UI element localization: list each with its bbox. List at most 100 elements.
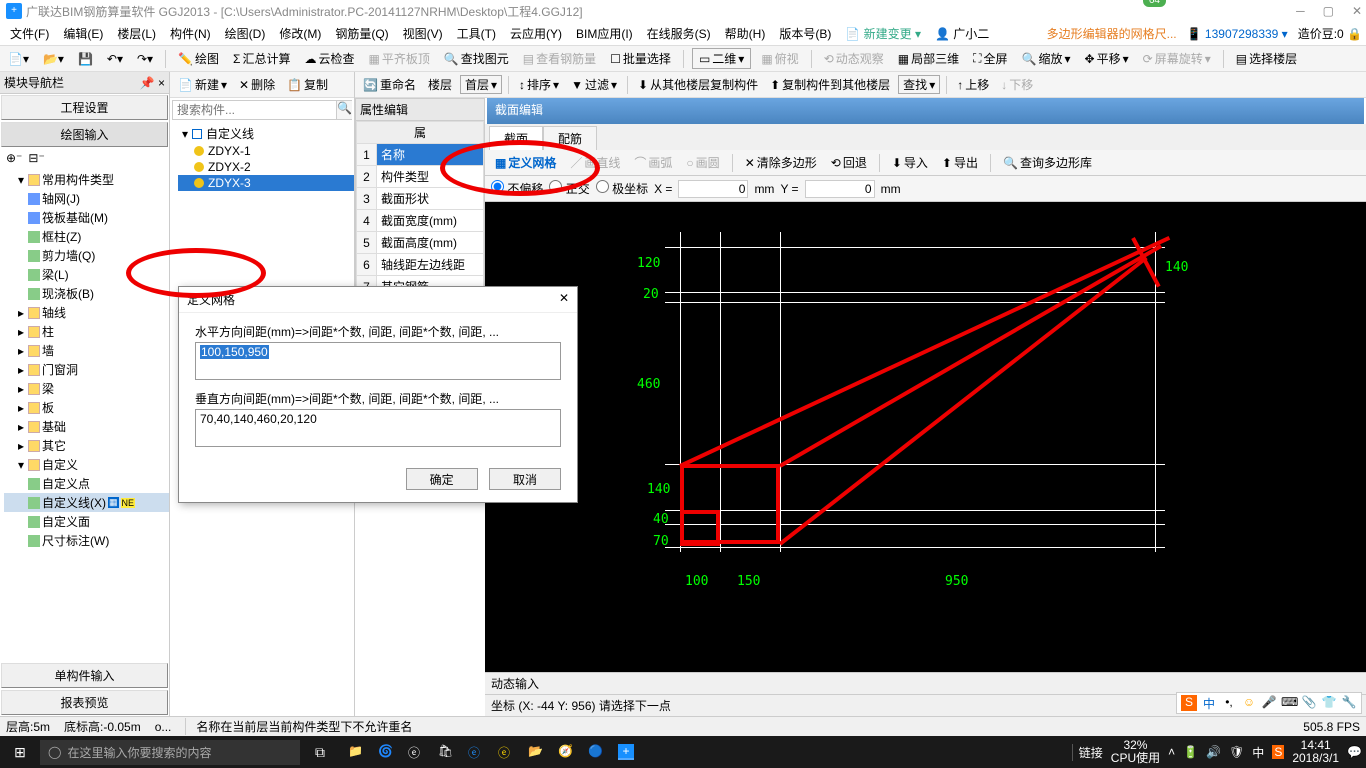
copy-button[interactable]: 📋 复制 [283, 75, 332, 94]
tray-notif-icon[interactable]: 💬 [1347, 745, 1362, 759]
tray-link[interactable]: 链接 [1072, 744, 1103, 761]
search-icon[interactable]: 🔍 [336, 101, 352, 119]
menu-component[interactable]: 构件(N) [164, 23, 217, 44]
y-input[interactable] [805, 180, 875, 198]
tree-node-common[interactable]: ▾常用构件类型 [4, 170, 169, 189]
sum-button[interactable]: Σ 汇总计算 [229, 49, 294, 68]
tree-item[interactable]: 自定义面 [4, 512, 169, 531]
menu-help[interactable]: 帮助(H) [719, 23, 772, 44]
tree-node[interactable]: ▸门窗洞 [4, 360, 169, 379]
pan-button[interactable]: ✥ 平移 ▾ [1081, 49, 1133, 68]
tree-node[interactable]: ▸轴线 [4, 303, 169, 322]
pin-icon[interactable]: 📌 × [140, 76, 165, 90]
tree-item[interactable]: 筏板基础(M) [4, 208, 169, 227]
back-button[interactable]: ⟲ 回退 [827, 153, 871, 172]
taskview-icon[interactable]: ⧉ [304, 744, 336, 761]
tab-rebar[interactable]: 配筋 [543, 126, 597, 150]
phone-badge[interactable]: 📱 13907298339 ▾ [1187, 27, 1288, 41]
tree-item[interactable]: 轴网(J) [4, 189, 169, 208]
menu-file[interactable]: 文件(F) [4, 23, 55, 44]
draw-button[interactable]: ✏️ 绘图 [174, 49, 223, 68]
obj-item[interactable]: ZDYX-2 [178, 159, 354, 175]
menu-draw[interactable]: 绘图(D) [219, 23, 272, 44]
noshift-radio[interactable]: 不偏移 [491, 180, 543, 197]
delete-button[interactable]: ✕ 删除 [235, 75, 279, 94]
undo-icon[interactable]: ↶▾ [103, 51, 127, 67]
floor-select[interactable]: 楼层 [424, 75, 456, 94]
start-button[interactable]: ⊞ [4, 744, 36, 761]
tree-node[interactable]: ▸墙 [4, 341, 169, 360]
local-3d-button[interactable]: ▦ 局部三维 [894, 49, 963, 68]
ime-user-icon[interactable]: 👕 [1321, 695, 1337, 711]
tree-node[interactable]: ▸柱 [4, 322, 169, 341]
copy-to-button[interactable]: ⬆ 复制构件到其他楼层 [766, 75, 894, 94]
tb-app-icon[interactable]: 🧭 [558, 744, 574, 760]
redo-icon[interactable]: ↷▾ [133, 51, 157, 67]
tree-item-selected[interactable]: 自定义线(X)▦NE [4, 493, 169, 512]
minimize-icon[interactable]: ─ [1296, 4, 1305, 18]
tb-app-icon[interactable]: 🌀 [378, 744, 394, 760]
search-button-2[interactable]: 查找 ▾ [898, 75, 940, 94]
obj-item[interactable]: ZDYX-1 [178, 143, 354, 159]
menu-floor[interactable]: 楼层(L) [111, 23, 162, 44]
tree-node[interactable]: ▸基础 [4, 417, 169, 436]
draw-line-button[interactable]: ／ 画直线 [566, 153, 624, 172]
sogou-icon[interactable]: S [1181, 695, 1197, 711]
v-spacing-input[interactable]: 70,40,140,460,20,120 [195, 409, 561, 447]
select-floor-button[interactable]: ▤ 选择楼层 [1232, 49, 1301, 68]
property-table[interactable]: 属 1名称 2构件类型 3截面形状 4截面宽度(mm) 5截面高度(mm) 6轴… [356, 121, 484, 298]
tb-app-icon[interactable]: 📁 [348, 744, 364, 760]
menu-version[interactable]: 版本号(B) [773, 23, 837, 44]
tree-node-custom[interactable]: ▾自定义 [4, 455, 169, 474]
h-spacing-input[interactable]: 100,150,950 [195, 342, 561, 380]
menu-cloud[interactable]: 云应用(Y) [504, 23, 568, 44]
obj-root[interactable]: ▾自定义线 [178, 124, 354, 143]
tree-item[interactable]: 剪力墙(Q) [4, 246, 169, 265]
open-icon[interactable]: 📂▾ [39, 51, 68, 67]
drawing-canvas[interactable]: 120 20 460 140 40 70 100 150 950 140 [485, 202, 1366, 672]
cancel-button[interactable]: 取消 [489, 468, 561, 490]
menu-bim[interactable]: BIM应用(I) [570, 23, 639, 44]
ime-punct-icon[interactable]: •, [1221, 695, 1237, 711]
clear-button[interactable]: ✕ 清除多边形 [741, 153, 821, 172]
x-input[interactable] [678, 180, 748, 198]
library-button[interactable]: 🔍 查询多边形库 [999, 153, 1096, 172]
rename-button[interactable]: 🔄 重命名 [359, 75, 420, 94]
new-change-button[interactable]: 📄 新建变更 ▾ [839, 23, 927, 44]
new-file-icon[interactable]: 📄▾ [4, 51, 33, 67]
tb-app-icon[interactable]: 📂 [528, 744, 544, 760]
obj-item-selected[interactable]: ZDYX-3 [178, 175, 354, 191]
flat-button[interactable]: ▦ 平齐板顶 [364, 49, 433, 68]
tb-app-icon[interactable]: ⓔ [408, 744, 424, 760]
export-button[interactable]: ⬆ 导出 [938, 153, 982, 172]
ime-clip-icon[interactable]: 📎 [1301, 695, 1317, 711]
close-icon[interactable]: ✕ [1352, 4, 1362, 18]
fullscreen-button[interactable]: ⛶ 全屏 [969, 49, 1011, 68]
tree-item[interactable]: 梁(L) [4, 265, 169, 284]
draw-circle-button[interactable]: ○ 画圆 [682, 153, 723, 172]
tree-item[interactable]: 框柱(Z) [4, 227, 169, 246]
tree-node[interactable]: ▸板 [4, 398, 169, 417]
single-input-button[interactable]: 单构件输入 [1, 663, 168, 688]
batch-select-button[interactable]: ☐ 批量选择 [606, 49, 675, 68]
ime-mic-icon[interactable]: 🎤 [1261, 695, 1277, 711]
tray-battery-icon[interactable]: 🔋 [1183, 745, 1198, 759]
save-icon[interactable]: 💾 [74, 51, 97, 67]
rotate-button[interactable]: ⟳ 屏幕旋转 ▾ [1139, 49, 1215, 68]
up-button[interactable]: ↑ 上移 [953, 75, 993, 94]
polar-radio[interactable]: 极坐标 [596, 180, 648, 197]
ortho-radio[interactable]: 正交 [549, 180, 589, 197]
menu-rebar[interactable]: 钢筋量(Q) [329, 23, 394, 44]
tray-volume-icon[interactable]: 🔊 [1206, 745, 1221, 759]
ime-keyboard-icon[interactable]: ⌨ [1281, 695, 1297, 711]
define-grid-button[interactable]: ▦ 定义网格 [491, 153, 560, 172]
draw-arc-button[interactable]: ⌒ 画弧 [630, 153, 676, 172]
project-settings-button[interactable]: 工程设置 [1, 95, 168, 120]
tree-item[interactable]: 自定义点 [4, 474, 169, 493]
ime-settings-icon[interactable]: 🔧 [1341, 695, 1357, 711]
tree-item[interactable]: 尺寸标注(W) [4, 531, 169, 550]
cloud-check-button[interactable]: ☁ 云检查 [300, 49, 358, 68]
tree-node[interactable]: ▸其它 [4, 436, 169, 455]
menu-tools[interactable]: 工具(T) [451, 23, 502, 44]
tray-network-icon[interactable]: 🛡 [1229, 745, 1244, 759]
